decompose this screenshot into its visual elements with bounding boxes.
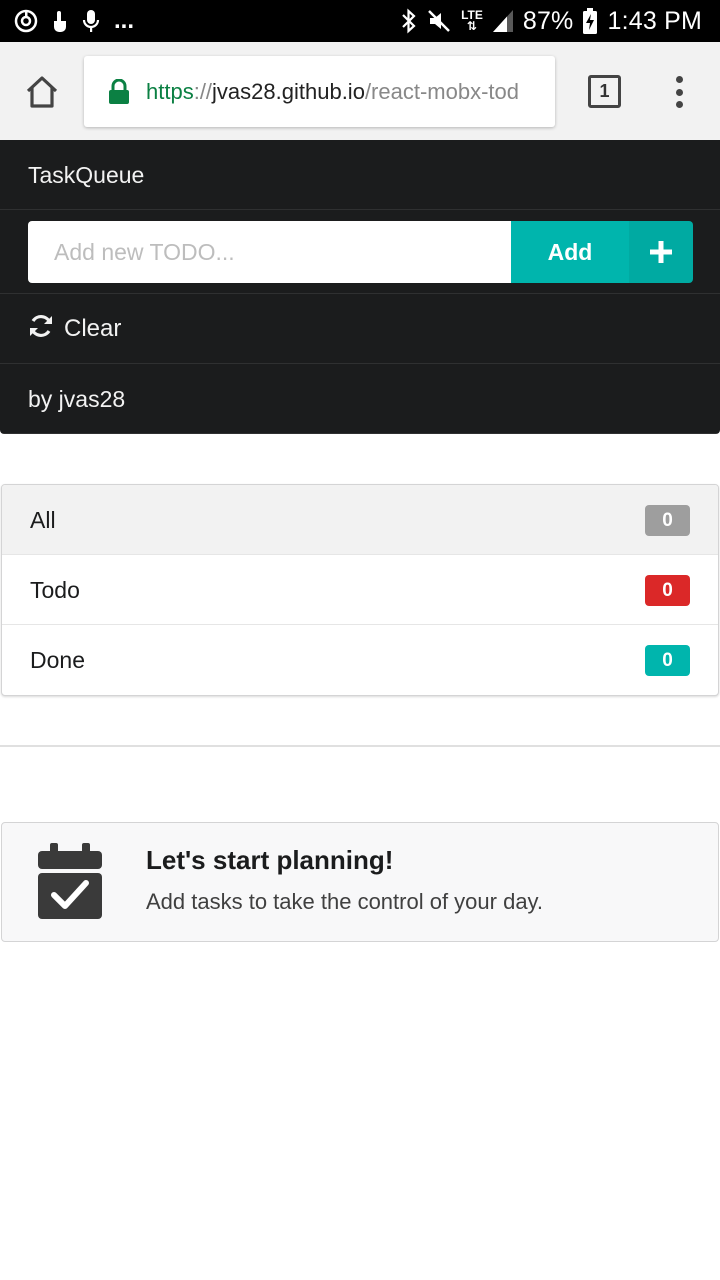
network-type-label: LTE ⇅ xyxy=(461,8,483,33)
browser-toolbar: https://jvas28.github.io/react-mobx-tod … xyxy=(0,42,720,140)
tab-count: 1 xyxy=(599,81,610,101)
home-button[interactable] xyxy=(20,70,64,114)
app-title: TaskQueue xyxy=(28,162,145,188)
plus-icon xyxy=(629,221,693,283)
browser-menu-button[interactable] xyxy=(664,72,694,112)
menu-dot xyxy=(675,76,683,83)
divider xyxy=(0,745,720,747)
mute-icon xyxy=(427,9,451,33)
filter-label: Done xyxy=(30,647,85,673)
count-badge: 0 xyxy=(645,505,690,536)
filter-all[interactable]: All 0 xyxy=(2,485,718,555)
add-button-label: Add xyxy=(547,238,593,265)
filter-label: Todo xyxy=(30,577,80,603)
count-badge: 0 xyxy=(645,645,690,676)
bluetooth-icon xyxy=(401,8,417,34)
menu-dot xyxy=(675,88,683,96)
address-bar[interactable]: https://jvas28.github.io/react-mobx-tod xyxy=(84,56,555,127)
add-todo-form: Add xyxy=(0,210,720,294)
status-bar: ... LTE ⇅ 87% 1:43 PM xyxy=(0,0,720,42)
calendar-check-icon xyxy=(38,843,102,919)
lock-icon xyxy=(108,78,130,105)
empty-state-body: Add tasks to take the control of your da… xyxy=(146,889,544,914)
clock: 1:43 PM xyxy=(607,6,702,35)
filter-done[interactable]: Done 0 xyxy=(2,625,718,695)
microphone-icon xyxy=(82,9,100,33)
filter-todo[interactable]: Todo 0 xyxy=(2,555,718,625)
add-button[interactable]: Add xyxy=(511,221,693,283)
empty-state-message: Let's start planning! Add tasks to take … xyxy=(1,822,719,942)
touch-icon xyxy=(50,9,70,33)
count-badge: 0 xyxy=(645,575,690,606)
filter-menu: All 0 Todo 0 Done 0 xyxy=(1,484,719,696)
signal-icon xyxy=(492,10,513,32)
refresh-icon xyxy=(28,313,54,346)
url-text: https://jvas28.github.io/react-mobx-tod xyxy=(146,78,519,104)
empty-state-title: Let's start planning! xyxy=(146,845,394,875)
clear-label: Clear xyxy=(64,315,122,342)
sync-icon xyxy=(14,9,38,33)
author-label: by jvas28 xyxy=(28,386,126,412)
filter-label: All xyxy=(30,507,56,533)
battery-percentage: 87% xyxy=(522,6,574,35)
author-item[interactable]: by jvas28 xyxy=(0,364,720,434)
home-icon xyxy=(26,76,58,108)
clear-button[interactable]: Clear xyxy=(0,294,720,364)
more-notifications-indicator: ... xyxy=(114,7,135,34)
battery-charging-icon xyxy=(583,8,598,34)
new-todo-input[interactable] xyxy=(28,221,512,283)
menu-dot xyxy=(675,101,683,108)
app-header-menu: TaskQueue Add Clear by jvas28 xyxy=(0,140,720,434)
brand-item[interactable]: TaskQueue xyxy=(0,140,720,210)
tab-switcher-button[interactable]: 1 xyxy=(588,75,621,108)
